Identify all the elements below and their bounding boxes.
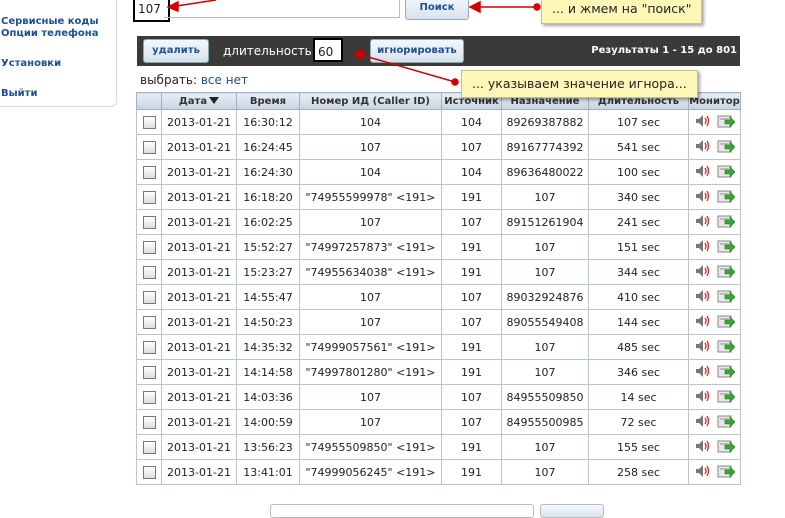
bottom-button[interactable]	[540, 504, 604, 518]
bottom-input[interactable]	[270, 504, 534, 518]
arrow-head-search	[166, 0, 179, 13]
arrow-head-search-button	[468, 0, 481, 14]
arrow-dot-duration	[451, 78, 459, 86]
search-hint-callout: ... и жмем на "поиск"	[541, 0, 703, 24]
ignore-hint-callout: ... указываем значение игнора...	[461, 70, 698, 98]
arrow-head-duration	[352, 48, 366, 62]
arrow-dot-search	[533, 3, 541, 11]
arrow-to-duration	[357, 53, 456, 83]
